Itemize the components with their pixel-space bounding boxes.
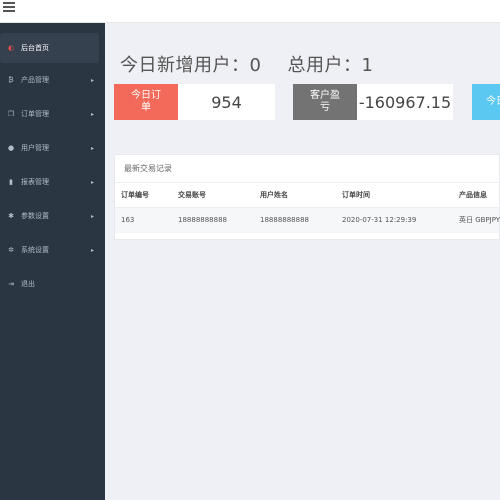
sidebar-item-system-settings[interactable]: ✲ 系统设置 ▸ [0,233,105,267]
chevron-right-icon: ▸ [90,178,94,186]
sidebar: ◐ 后台首页 ₿ 产品管理 ▸ ❐ 订单管理 ▸ ● 用户管理 ▸ ▮ 报表管理… [0,23,105,500]
cell-product: 英日 GBPJPY [459,216,500,224]
sidebar-item-products[interactable]: ₿ 产品管理 ▸ [0,63,105,97]
customer-pnl-label: 客户盈亏 [293,84,357,120]
cell-order-time: 2020-07-31 12:29:39 [342,216,417,224]
chevron-right-icon: ▸ [90,144,94,152]
sidebar-item-reports[interactable]: ▮ 报表管理 ▸ [0,165,105,199]
gears-icon: ✲ [8,246,14,254]
main-content: 今日新增用户：0 总用户：1 今日订单 954 客户盈亏 -160967.15 今… [105,23,500,500]
user-stats-heading: 今日新增用户：0 总用户：1 [120,51,373,77]
today-orders-label: 今日订单 [114,84,178,120]
sidebar-item-label: 报表管理 [21,178,49,186]
transactions-table: 订单编号 交易账号 用户姓名 订单时间 产品信息 163 18888888888… [115,183,500,233]
sidebar-item-orders[interactable]: ❐ 订单管理 ▸ [0,97,105,131]
total-users-value: 1 [361,55,374,76]
sidebar-item-parameters[interactable]: ✱ 参数设置 ▸ [0,199,105,233]
sidebar-item-users[interactable]: ● 用户管理 ▸ [0,131,105,165]
column-header-username: 用户姓名 [260,191,288,199]
sidebar-item-label: 后台首页 [21,44,49,52]
bar-chart-icon: ▮ [9,178,13,186]
sidebar-item-label: 用户管理 [21,144,49,152]
cell-account: 18888888888 [178,216,227,224]
panel-title: 最新交易记录 [115,155,499,183]
sidebar-item-label: 参数设置 [21,212,49,220]
cell-username: 18888888888 [260,216,309,224]
top-bar [0,0,500,23]
today-stat-card: 今日 [472,84,500,120]
new-users-value: 0 [249,55,262,76]
sign-out-icon: ⇥ [8,280,14,288]
column-header-account: 交易账号 [178,191,206,199]
column-header-order-time: 订单时间 [342,191,370,199]
column-header-product: 产品信息 [459,191,487,199]
chevron-right-icon: ▸ [90,246,94,254]
sidebar-item-label: 订单管理 [21,110,49,118]
chevron-right-icon: ▸ [90,212,94,220]
customer-pnl-card: 客户盈亏 -160967.15 [293,84,453,120]
customer-pnl-value: -160967.15 [357,84,453,120]
gear-icon: ✱ [8,212,14,220]
latest-transactions-panel: 最新交易记录 订单编号 交易账号 用户姓名 订单时间 产品信息 163 1888… [114,154,500,240]
cell-order-id: 163 [121,216,135,224]
total-users-label: 总用户： [287,55,362,76]
sidebar-item-label: 产品管理 [21,76,49,84]
column-header-order-id: 订单编号 [121,191,149,199]
user-icon: ● [7,144,15,152]
sidebar-item-logout[interactable]: ⇥ 退出 [0,267,105,301]
chevron-right-icon: ▸ [90,76,94,84]
chevron-right-icon: ▸ [90,110,94,118]
copy-icon: ❐ [7,110,15,118]
sidebar-item-dashboard[interactable]: ◐ 后台首页 [0,33,99,63]
new-users-label: 今日新增用户： [120,55,250,76]
today-stat-label: 今日 [472,84,500,120]
speedometer-icon: ◐ [7,44,15,52]
today-orders-card: 今日订单 954 [114,84,275,120]
hamburger-icon[interactable] [3,2,15,12]
sidebar-item-label: 系统设置 [21,246,49,254]
sidebar-item-label: 退出 [21,280,35,288]
today-orders-value: 954 [178,84,275,120]
bitcoin-icon: ₿ [8,76,14,84]
table-header: 订单编号 交易账号 用户姓名 订单时间 产品信息 [115,183,499,208]
table-row[interactable]: 163 18888888888 18888888888 2020-07-31 1… [115,208,500,233]
